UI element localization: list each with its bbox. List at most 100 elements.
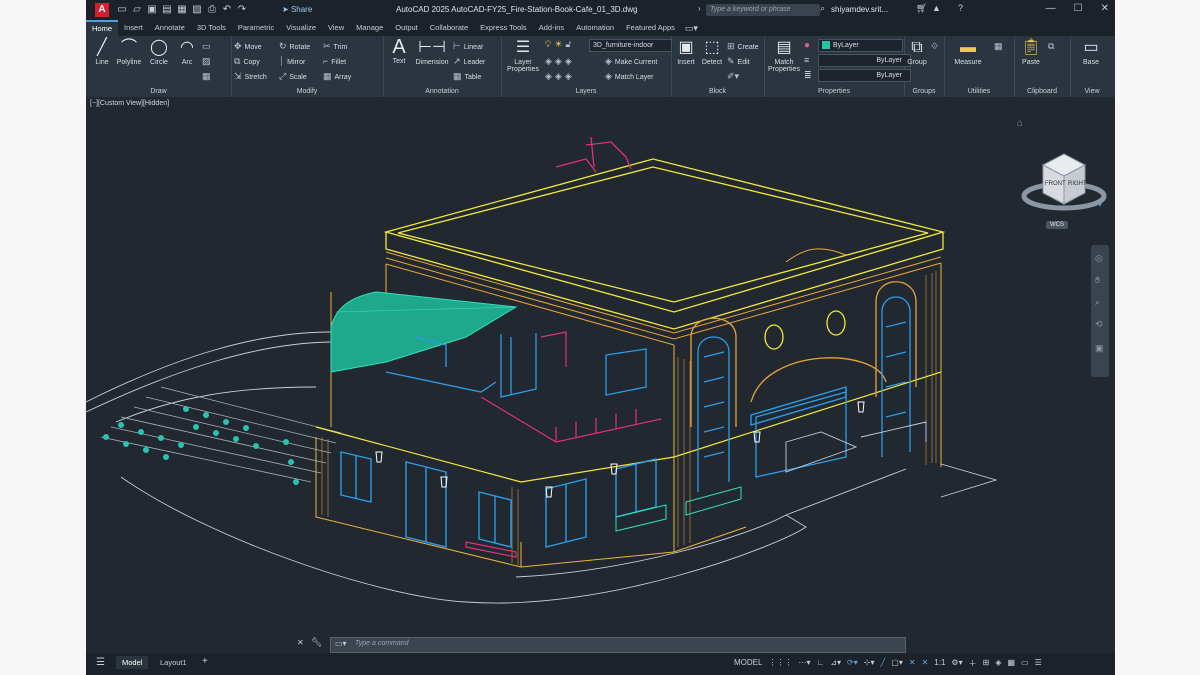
tab-parametric[interactable]: Parametric: [232, 20, 280, 36]
drawing-viewport[interactable]: [−][Custom View][Hidden] FRONT RIGHT ⌂ ▾…: [86, 97, 1115, 653]
close-icon[interactable]: ✕: [1101, 3, 1109, 14]
viewcube-menu-icon[interactable]: ▾: [1098, 200, 1102, 209]
scale-button[interactable]: ⤢ Scale: [279, 71, 307, 82]
grid-icon[interactable]: ⋮⋮⋮: [768, 658, 792, 669]
tab-3d-tools[interactable]: 3D Tools: [191, 20, 232, 36]
annotation-visibility-icon[interactable]: ✕: [909, 658, 916, 669]
command-close-icon[interactable]: ✕: [297, 638, 304, 647]
calculator-icon[interactable]: ▦: [994, 41, 1003, 52]
tab-visualize[interactable]: Visualize: [280, 20, 322, 36]
match-layer-button[interactable]: ◈ Match Layer: [605, 71, 653, 82]
layer-tools-row-2[interactable]: ◈ ◈ ◈: [545, 71, 575, 82]
model-tab[interactable]: Model: [116, 656, 149, 669]
array-button[interactable]: ▦ Array: [323, 71, 351, 82]
workspace-gear-icon[interactable]: ⚙▾: [951, 658, 962, 669]
print-icon[interactable]: ⎙: [206, 4, 218, 16]
annotation-scale[interactable]: 1:1: [934, 658, 945, 669]
tab-annotate[interactable]: Annotate: [149, 20, 191, 36]
utilities-panel-label[interactable]: Utilities: [944, 88, 1014, 95]
hardware-accel-icon[interactable]: ▦: [1007, 658, 1015, 669]
block-panel-label[interactable]: Block: [671, 88, 764, 95]
units-icon[interactable]: ⊞: [983, 658, 990, 669]
base-button[interactable]: ▭ Base: [1076, 39, 1106, 66]
create-block-button[interactable]: ⊞ Create: [727, 41, 759, 52]
add-layout-icon[interactable]: +: [202, 656, 208, 667]
share-button[interactable]: ➤ Share: [282, 5, 312, 14]
transparency-icon[interactable]: ▢▾: [891, 658, 903, 669]
layers-panel-label[interactable]: Layers: [501, 88, 671, 95]
arc-button[interactable]: ◠ Arc: [176, 39, 198, 66]
clipboard-panel-label[interactable]: Clipboard: [1014, 88, 1070, 95]
group-button[interactable]: ⧉ Group: [905, 39, 929, 66]
menu-icon[interactable]: ☰: [96, 657, 105, 668]
maximize-icon[interactable]: ☐: [1074, 3, 1083, 14]
line-button[interactable]: ╱ Line: [90, 39, 114, 66]
model-space-label[interactable]: MODEL: [734, 658, 762, 669]
view-panel-label[interactable]: View: [1070, 88, 1114, 95]
tab-automation[interactable]: Automation: [570, 20, 620, 36]
copy-clip-icon[interactable]: ⧉: [1048, 41, 1054, 52]
command-input[interactable]: Type a command: [355, 640, 409, 647]
layer-properties-button[interactable]: ☰ Layer Properties: [505, 39, 541, 73]
linetype-dropdown[interactable]: ByLayer: [818, 54, 911, 67]
text-button[interactable]: A Text: [387, 37, 411, 65]
web-open-icon[interactable]: ▦: [176, 4, 188, 16]
properties-panel-label[interactable]: Properties: [764, 88, 904, 95]
table-button[interactable]: ▦ Table: [453, 71, 481, 82]
groups-panel-label[interactable]: Groups: [904, 88, 944, 95]
hatch-icon[interactable]: ▨: [202, 56, 214, 67]
polyline-button[interactable]: ⌒ Polyline: [114, 39, 144, 66]
autocad-logo-icon[interactable]: A: [95, 3, 109, 17]
mirror-button[interactable]: ⏐ Mirror: [279, 56, 305, 67]
color-wheel-icon[interactable]: ●: [804, 40, 810, 51]
make-current-button[interactable]: ◈ Make Current: [605, 56, 657, 67]
detect-button[interactable]: ⬚ Detect: [699, 39, 725, 66]
ribbon-options-icon[interactable]: ▭▾: [685, 23, 698, 34]
layout1-tab[interactable]: Layout1: [160, 658, 187, 667]
block-attribute-icon[interactable]: ✐▾: [727, 71, 742, 82]
stretch-button[interactable]: ⇲ Stretch: [234, 71, 267, 82]
user-account[interactable]: shiyamdev.srit...: [831, 5, 888, 14]
tab-collaborate[interactable]: Collaborate: [424, 20, 474, 36]
showmotion-icon[interactable]: ▣: [1095, 343, 1104, 354]
edit-block-button[interactable]: ✎ Edit: [727, 56, 750, 67]
layer-state-icons[interactable]: 💡︎ ☀ 🔓︎: [545, 39, 574, 50]
tab-home[interactable]: Home: [86, 20, 119, 36]
isodraft-icon[interactable]: ⟳▾: [847, 658, 858, 669]
pan-icon[interactable]: ✋︎: [1095, 275, 1100, 286]
linear-button[interactable]: ⊢ Linear: [453, 41, 483, 52]
insert-button[interactable]: ▣ Insert: [673, 39, 699, 66]
viewcube-right-label[interactable]: RIGHT: [1068, 181, 1087, 187]
steering-wheel-icon[interactable]: ◎: [1095, 253, 1103, 264]
tab-manage[interactable]: Manage: [350, 20, 389, 36]
tab-express-tools[interactable]: Express Tools: [474, 20, 533, 36]
help-icon[interactable]: ?: [958, 3, 963, 13]
save-icon[interactable]: ▣: [146, 4, 158, 16]
search-input[interactable]: Type a keyword or phrase: [706, 4, 820, 16]
cart-icon[interactable]: 🛒︎: [916, 3, 927, 14]
trim-button[interactable]: ✂ Trim: [323, 41, 347, 52]
tab-view[interactable]: View: [322, 20, 350, 36]
open-folder-icon[interactable]: ▱: [131, 4, 143, 16]
minimize-icon[interactable]: —: [1046, 3, 1056, 14]
chevron-right-icon[interactable]: ›: [698, 4, 701, 13]
layer-dropdown[interactable]: 3D_furniture-indoor: [589, 39, 672, 52]
tab-featured-apps[interactable]: Featured Apps: [620, 20, 681, 36]
circle-button[interactable]: ◯ Circle: [146, 39, 172, 66]
layer-tools-row-1[interactable]: ◈ ◈ ◈: [545, 56, 575, 67]
tab-insert[interactable]: Insert: [118, 20, 149, 36]
clean-screen-icon[interactable]: ▭: [1021, 658, 1029, 669]
redo-icon[interactable]: ↷: [236, 4, 248, 16]
customize-icon[interactable]: ☰: [1035, 658, 1042, 669]
polar-icon[interactable]: ⊿▾: [830, 658, 841, 669]
fillet-button[interactable]: ⌐ Fillet: [323, 56, 346, 66]
autodesk-app-icon[interactable]: ▲: [932, 3, 941, 13]
modify-panel-label[interactable]: Modify: [231, 88, 383, 95]
tab-output[interactable]: Output: [389, 20, 424, 36]
annotation-panel-label[interactable]: Annotation: [383, 88, 501, 95]
leader-button[interactable]: ↗ Leader: [453, 56, 485, 67]
navigation-bar[interactable]: ◎ ✋︎ ⌕ ⟲ ▣: [1091, 245, 1109, 377]
osnap-icon[interactable]: ⊹▾: [864, 658, 875, 669]
draw-panel-label[interactable]: Draw: [86, 88, 231, 95]
command-customize-icon[interactable]: 🔧︎: [311, 637, 322, 648]
